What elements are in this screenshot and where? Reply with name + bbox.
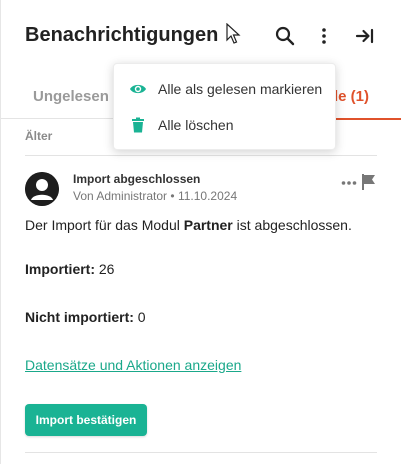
user-avatar-icon (25, 172, 59, 206)
divider (25, 155, 377, 156)
options-dropdown-menu: Alle als gelesen markieren Alle löschen (113, 63, 336, 150)
flag-icon[interactable] (361, 173, 377, 191)
imported-value: 26 (98, 261, 115, 277)
section-label-older: Älter (25, 129, 53, 143)
not-imported-label: Nicht importiert: (25, 309, 134, 325)
message-suffix: ist abgeschlossen. (232, 217, 352, 233)
imported-label: Importiert: (25, 261, 95, 277)
arrow-right-to-line-icon (355, 28, 374, 44)
confirm-import-button[interactable]: Import bestätigen (25, 404, 147, 436)
notification-date: 11.10.2024 (177, 189, 238, 203)
view-records-link[interactable]: Datensätze und Aktionen anzeigen (25, 357, 241, 373)
mouse-cursor-icon (226, 23, 241, 44)
avatar (25, 172, 59, 206)
more-horizontal-icon[interactable] (341, 175, 357, 191)
collapse-panel-button[interactable] (353, 24, 377, 48)
eye-icon (129, 80, 147, 98)
panel-header: Benachrichtigungen (1, 0, 401, 70)
notification-message: Der Import für das Modul Partner ist abg… (25, 217, 352, 233)
active-tab-indicator (330, 118, 401, 120)
search-icon (275, 26, 295, 46)
menu-item-label: Alle löschen (158, 117, 234, 133)
module-name: Partner (183, 217, 233, 233)
imported-stat: Importiert: 26 (25, 261, 114, 277)
menu-item-label: Alle als gelesen markieren (158, 81, 323, 97)
meta-separator: • (170, 189, 175, 203)
more-options-button[interactable] (312, 24, 336, 48)
vertical-dots-icon (322, 28, 326, 44)
notification-author: Von Administrator (73, 189, 168, 203)
notification-meta: Von Administrator • 11.10.2024 (73, 189, 237, 203)
panel-title: Benachrichtigungen (25, 24, 219, 46)
not-imported-stat: Nicht importiert: 0 (25, 309, 146, 325)
not-imported-value: 0 (137, 309, 146, 325)
message-prefix: Der Import für das Modul (25, 217, 184, 233)
notifications-panel: Benachrichtigungen Ungelesen (6) Alle (1… (0, 0, 401, 464)
search-button[interactable] (273, 24, 297, 48)
notification-title: Import abgeschlossen (73, 172, 201, 186)
menu-item-delete-all[interactable]: Alle löschen (114, 107, 337, 143)
divider (25, 452, 377, 453)
menu-item-mark-all-read[interactable]: Alle als gelesen markieren (114, 71, 337, 107)
trash-icon (129, 116, 147, 134)
